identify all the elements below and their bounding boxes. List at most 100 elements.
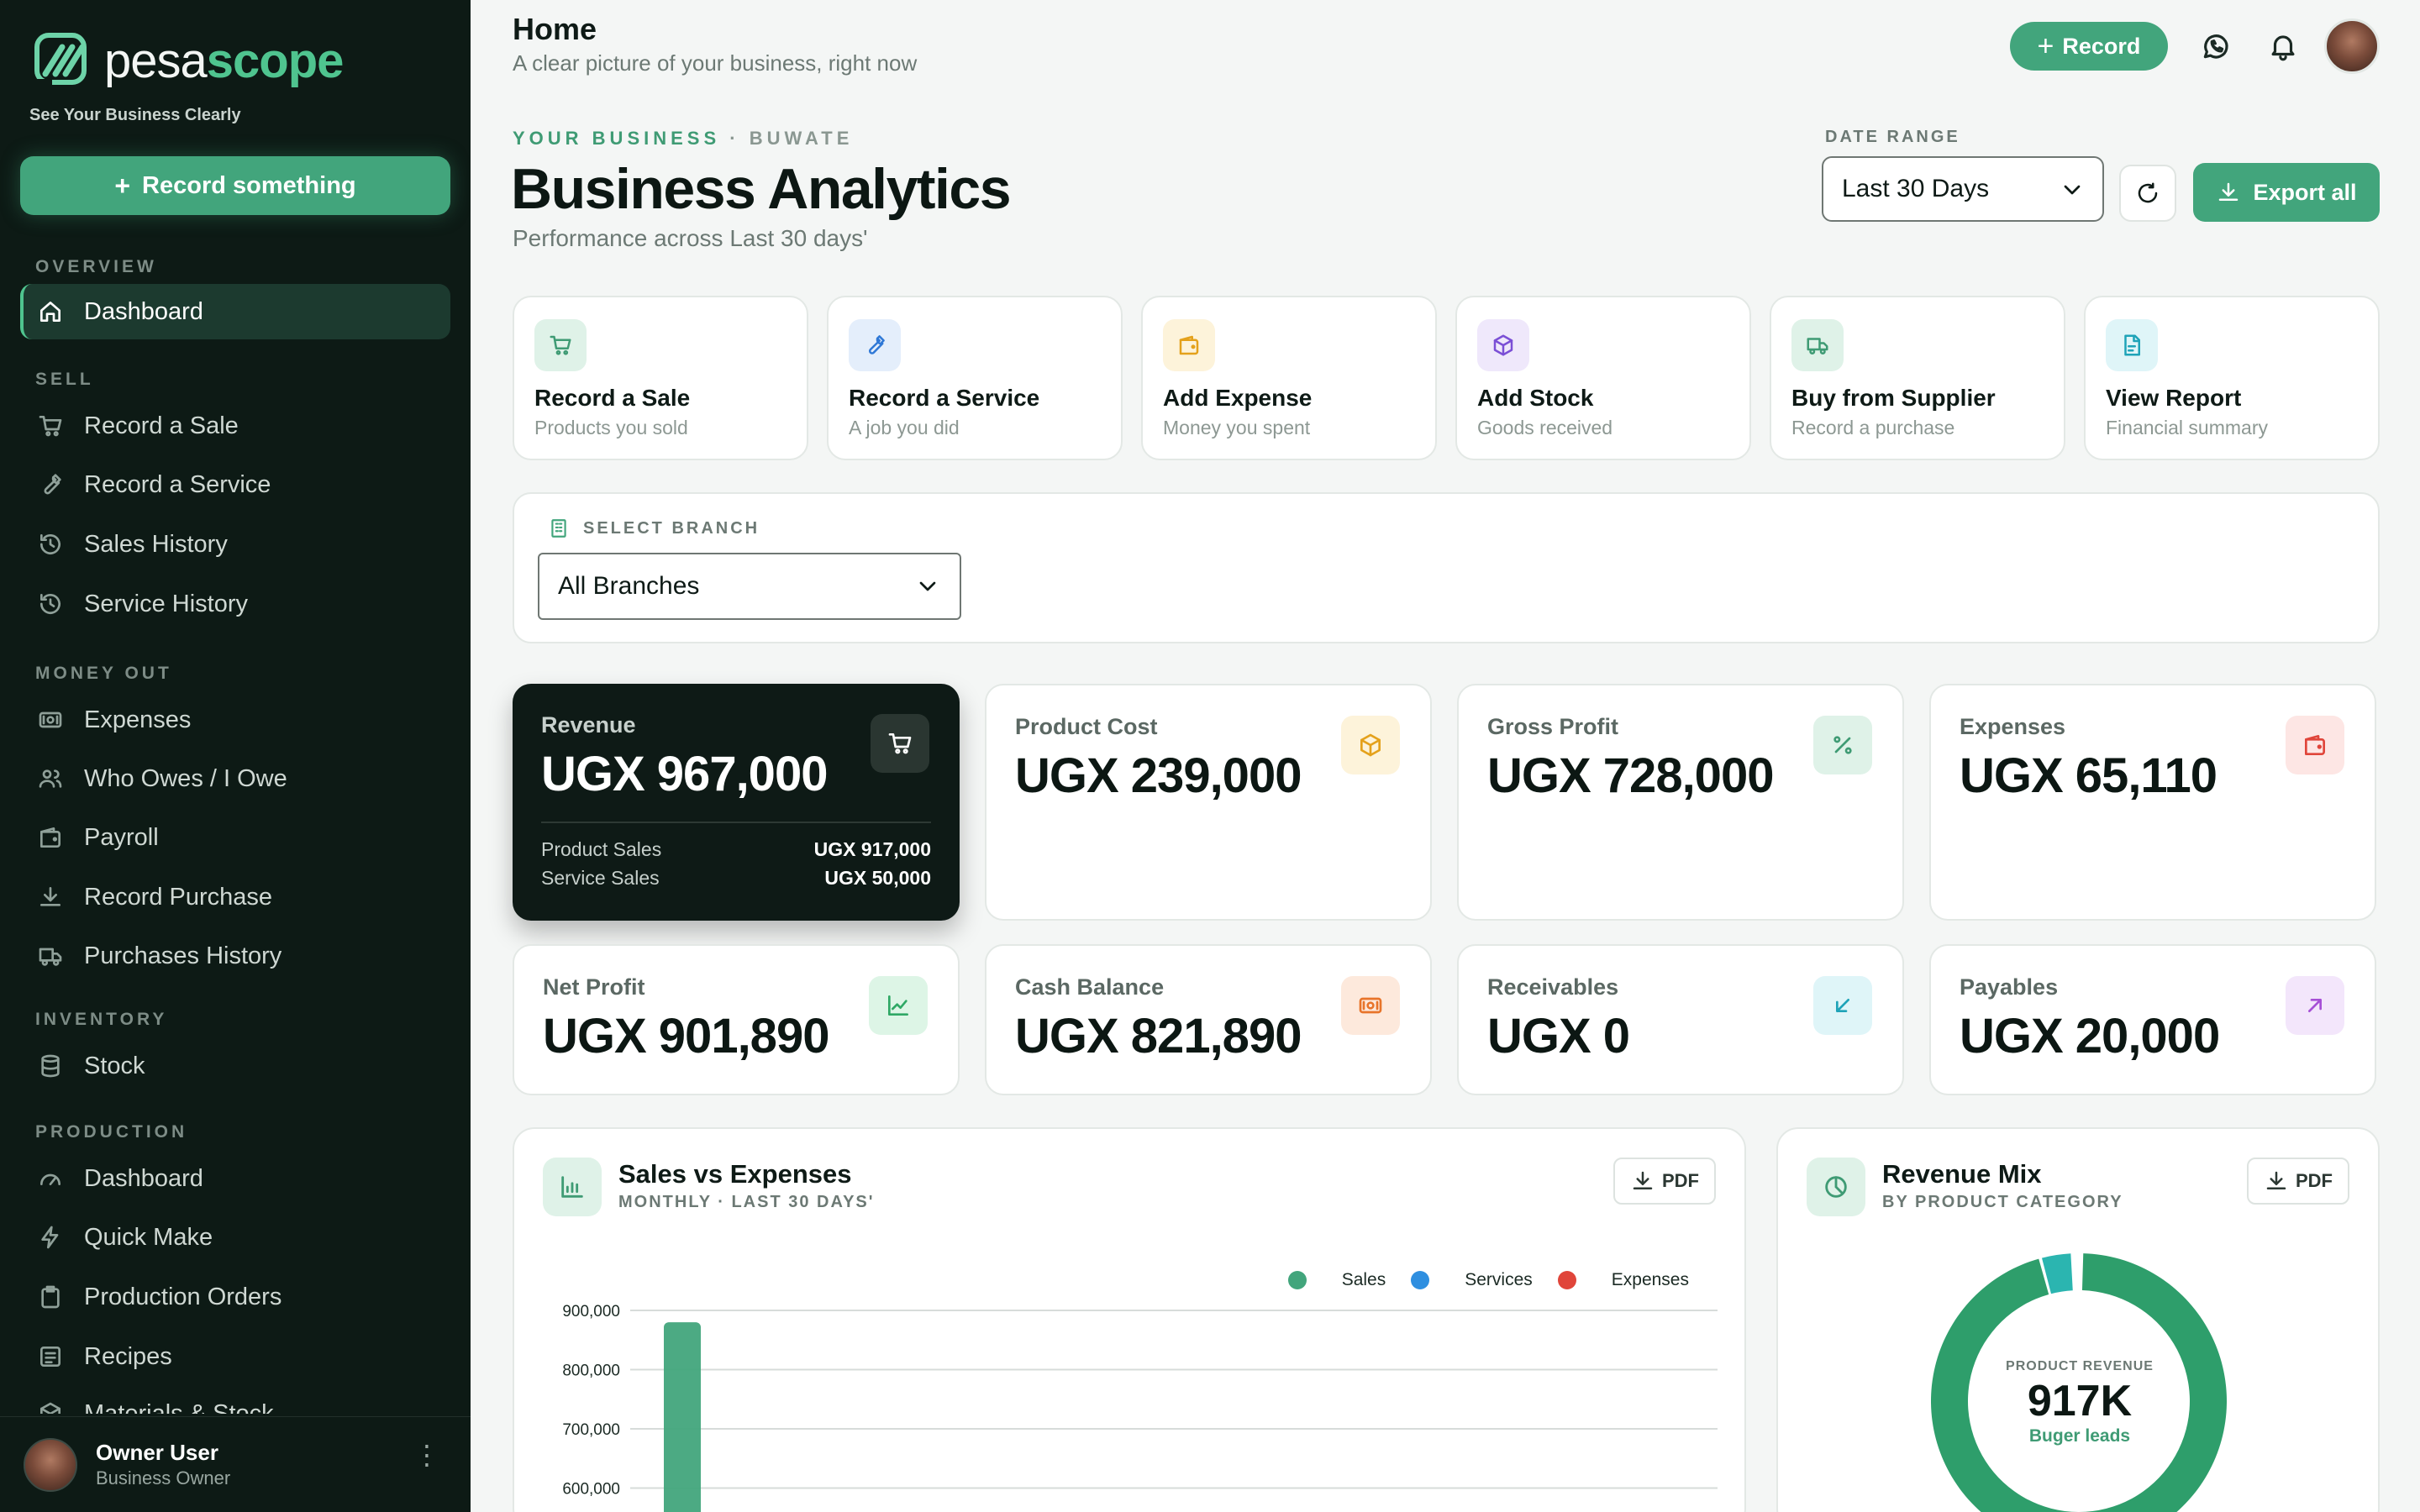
sidebar-item-payroll[interactable]: Payroll (20, 810, 450, 865)
bar-sales[interactable] (664, 1322, 701, 1512)
arrow-up-right-icon (2286, 976, 2344, 1035)
sidebar-item-record-purchase[interactable]: Record Purchase (20, 869, 450, 925)
refresh-icon (2135, 181, 2160, 206)
header-record-button[interactable]: + Record (2010, 22, 2168, 71)
quick-action-subtitle: Goods received (1477, 417, 1613, 438)
download-icon (37, 884, 64, 911)
quick-action-record-a-service[interactable]: Record a Service A job you did (827, 296, 1123, 460)
more-options-icon[interactable]: ⋮ (413, 1441, 440, 1468)
whatsapp-icon[interactable] (2200, 30, 2232, 62)
sidebar-item-label: Expenses (84, 706, 192, 733)
sidebar-item-purchases-history[interactable]: Purchases History (20, 928, 450, 984)
sidebar-item-sales-history[interactable]: Sales History (20, 517, 450, 572)
stat-card-expenses[interactable]: Expenses UGX 65,110 (1929, 684, 2376, 921)
quick-action-add-stock[interactable]: Add Stock Goods received (1455, 296, 1751, 460)
user-role: Business Owner (96, 1467, 231, 1488)
stat-card-revenue[interactable]: Revenue UGX 967,000 Product Sales UGX 917,0… (513, 684, 960, 921)
sidebar-item-label: Payroll (84, 823, 159, 851)
sidebar-item-label: Quick Make (84, 1223, 213, 1251)
quick-action-title: Record a Service (849, 385, 1040, 411)
sidebar-item-label: Record a Sale (84, 412, 239, 439)
analytics-subtitle: Performance across Last 30 days' (513, 225, 868, 251)
nav-section-label: SELL (35, 370, 94, 389)
user-profile[interactable]: Owner User Business Owner ⋮ (0, 1416, 471, 1512)
cart-icon (871, 714, 929, 773)
box-icon (1341, 716, 1400, 774)
quick-action-record-a-sale[interactable]: Record a Sale Products you sold (513, 296, 808, 460)
sidebar-item-materials-stock[interactable]: Materials & Stock (20, 1389, 450, 1414)
wallet-icon (2286, 716, 2344, 774)
file-icon (2106, 319, 2158, 371)
bell-icon[interactable] (2267, 30, 2299, 62)
export-all-button[interactable]: Export all (2193, 163, 2380, 222)
stat-value: UGX 967,000 (541, 747, 828, 801)
sidebar-item-record-a-service[interactable]: Record a Service (20, 457, 450, 512)
stat-label: Gross Profit (1487, 714, 1619, 739)
sidebar-item-dashboard[interactable]: Dashboard (20, 284, 450, 339)
list-icon (37, 1343, 64, 1370)
sidebar-item-recipes[interactable]: Recipes (20, 1329, 450, 1384)
sidebar-item-expenses[interactable]: Expenses (20, 692, 450, 748)
trend-icon (869, 976, 928, 1035)
stat-label: Net Profit (543, 974, 645, 1000)
avatar (24, 1437, 77, 1492)
stat-card-payables[interactable]: Payables UGX 20,000 (1929, 944, 2376, 1095)
sidebar-item-who-owes-i-owe[interactable]: Who Owes / I Owe (20, 751, 450, 806)
stat-card-gross-profit[interactable]: Gross Profit UGX 728,000 (1457, 684, 1904, 921)
quick-action-view-report[interactable]: View Report Financial summary (2084, 296, 2380, 460)
date-range-select[interactable]: Last 30 Days (1822, 156, 2104, 222)
y-tick-label: 600,000 (562, 1481, 620, 1499)
record-something-button[interactable]: + Record something (20, 156, 450, 215)
stat-label: Payables (1960, 974, 2059, 1000)
stat-label: Revenue (541, 712, 636, 738)
plus-icon: + (2037, 29, 2054, 62)
stat-label: Receivables (1487, 974, 1619, 1000)
stat-card-receivables[interactable]: Receivables UGX 0 (1457, 944, 1904, 1095)
header-avatar[interactable] (2324, 18, 2380, 74)
nav-section-label: INVENTORY (35, 1010, 168, 1029)
brand-name: pesascope (104, 33, 344, 88)
quick-action-add-expense[interactable]: Add Expense Money you spent (1141, 296, 1437, 460)
quick-action-buy-from-supplier[interactable]: Buy from Supplier Record a purchase (1770, 296, 2065, 460)
sidebar-item-stock[interactable]: Stock (20, 1038, 450, 1094)
stat-label: Product Cost (1015, 714, 1158, 739)
box-icon (37, 1400, 64, 1414)
refresh-button[interactable] (2119, 165, 2176, 222)
clipboard-icon (37, 1284, 64, 1310)
truck-icon (1791, 319, 1844, 371)
truck-icon (37, 942, 64, 969)
sidebar-item-record-a-sale[interactable]: Record a Sale (20, 398, 450, 454)
brand-logo[interactable]: pesascope (34, 32, 344, 89)
stat-card-cash-balance[interactable]: Cash Balance UGX 821,890 (985, 944, 1432, 1095)
branch-label: SELECT BRANCH (548, 517, 760, 539)
database-icon (37, 1053, 64, 1079)
donut-chart (1931, 1253, 2227, 1512)
y-tick-label: 900,000 (562, 1303, 620, 1320)
sidebar-item-label: Record a Service (84, 470, 271, 498)
plus-icon: + (114, 170, 131, 201)
percent-icon (1813, 716, 1872, 774)
stat-card-product-cost[interactable]: Product Cost UGX 239,000 (985, 684, 1432, 921)
quick-action-title: Add Expense (1163, 385, 1313, 411)
stat-value: UGX 65,110 (1960, 748, 2217, 803)
quick-action-subtitle: Record a purchase (1791, 417, 1955, 438)
sidebar-item-label: Materials & Stock (84, 1400, 274, 1414)
sidebar-item-label: Sales History (84, 530, 228, 558)
sidebar-item-service-history[interactable]: Service History (20, 576, 450, 632)
donut-center-label: PRODUCT REVENUE (2006, 1359, 2154, 1373)
business-eyebrow: YOUR BUSINESS · BUWATE (513, 128, 854, 149)
top-bar: Home A clear picture of your business, r… (471, 0, 2420, 92)
sidebar-item-label: Recipes (84, 1342, 172, 1370)
wallet-icon (37, 824, 64, 851)
sidebar-item-production-orders[interactable]: Production Orders (20, 1269, 450, 1325)
sidebar-item-dashboard[interactable]: Dashboard (20, 1151, 450, 1206)
branch-select[interactable]: All Branches (538, 553, 961, 620)
stat-value: UGX 239,000 (1015, 748, 1302, 803)
bolt-icon (37, 1224, 64, 1251)
building-icon (548, 517, 570, 539)
stat-card-net-profit[interactable]: Net Profit UGX 901,890 (513, 944, 960, 1095)
sidebar-item-label: Service History (84, 590, 248, 617)
sidebar: pesascope See Your Business Clearly + Rec… (0, 0, 471, 1512)
sidebar-item-label: Dashboard (84, 297, 203, 325)
sidebar-item-quick-make[interactable]: Quick Make (20, 1210, 450, 1265)
